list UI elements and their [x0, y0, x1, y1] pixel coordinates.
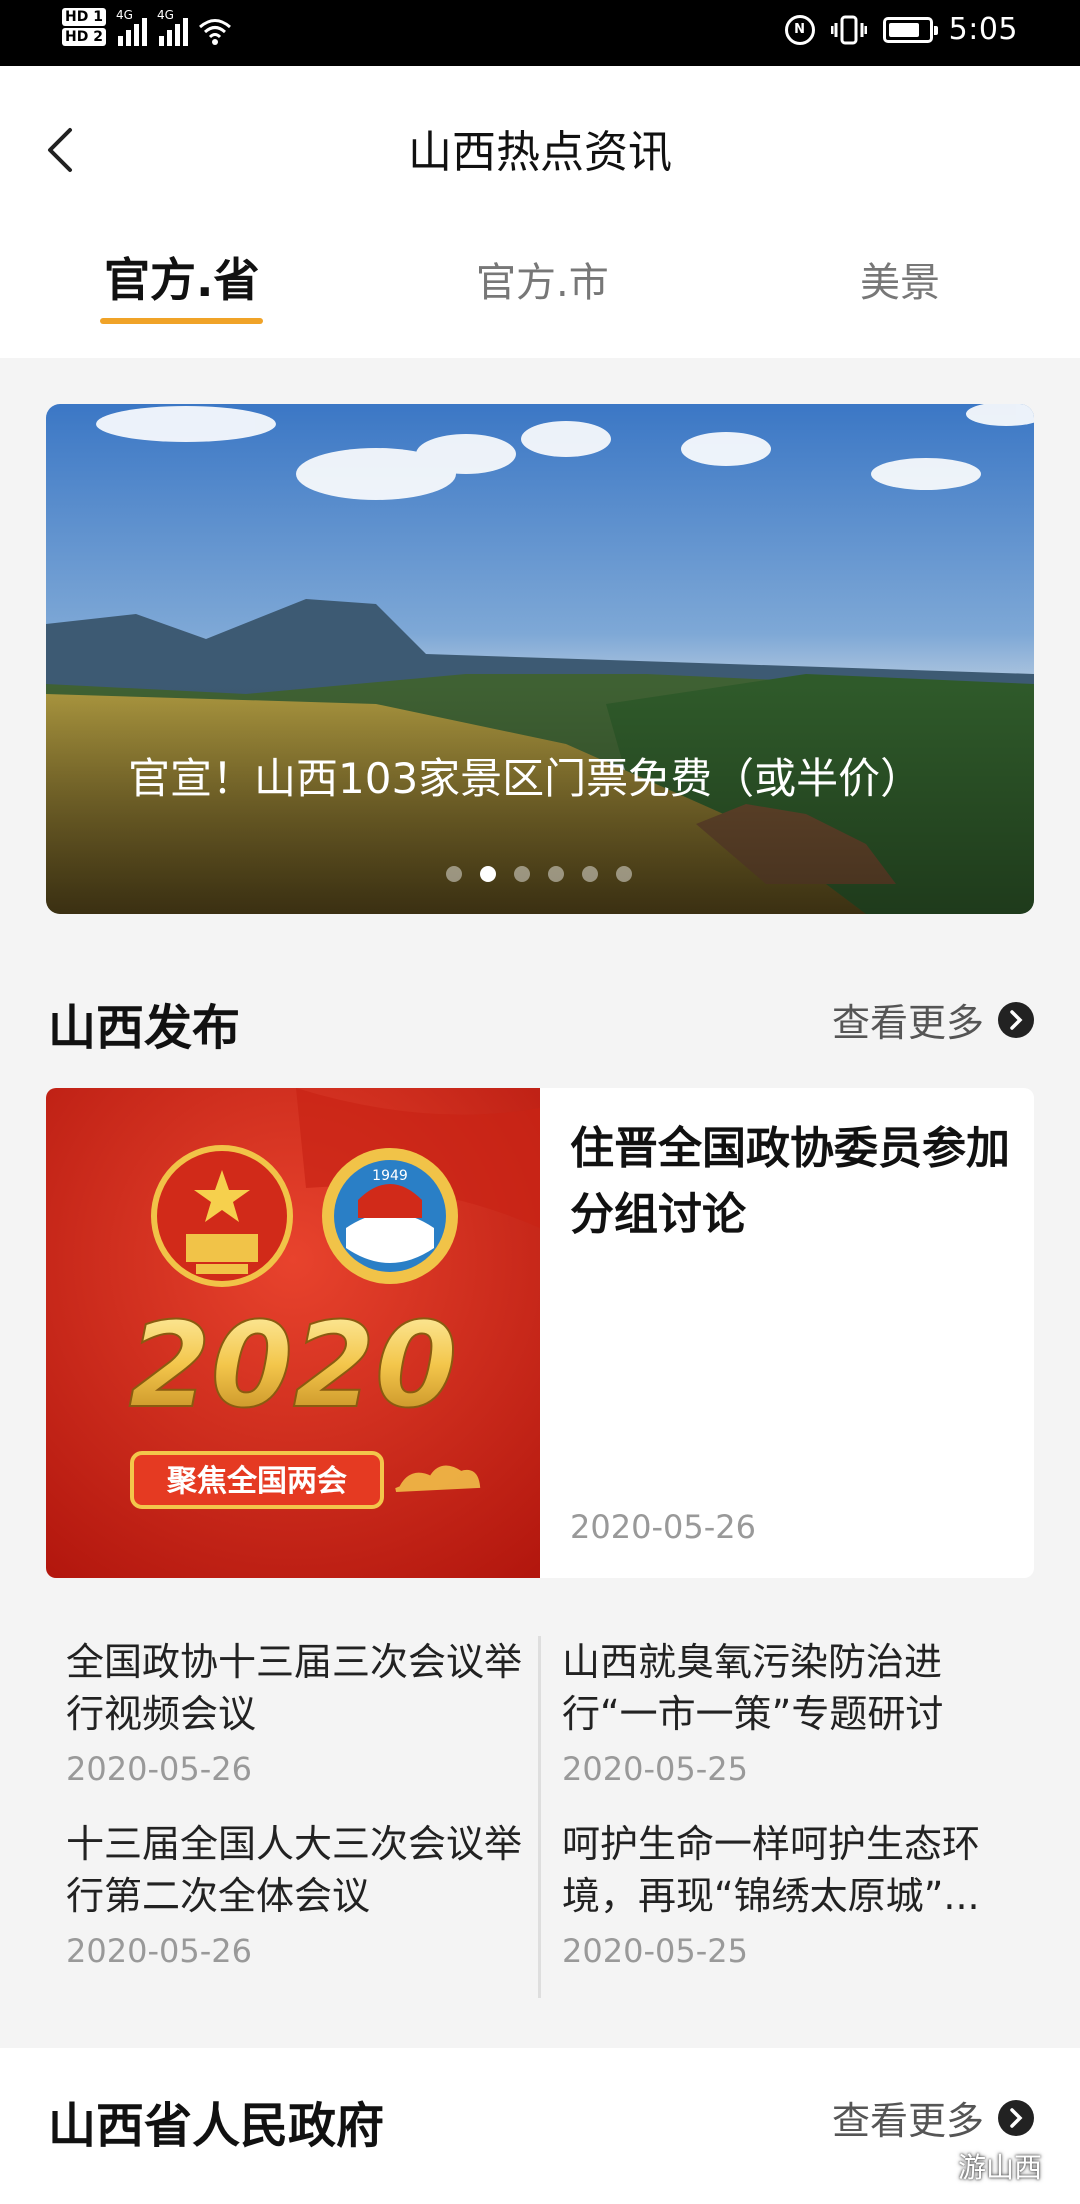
- carousel-dot[interactable]: [616, 866, 632, 882]
- featured-article-date: 2020-05-26: [570, 1508, 756, 1546]
- view-more-button[interactable]: 查看更多: [832, 992, 1034, 1047]
- tab-scenery[interactable]: 美景: [860, 250, 940, 308]
- news-title: 全国政协十三届三次会议举行视频会议: [66, 1640, 523, 1736]
- carousel-indicators: [0, 866, 1080, 882]
- hd2-label: HD 2: [62, 28, 106, 46]
- cppcc-emblem-icon: 1949: [322, 1148, 458, 1284]
- banner-image: [46, 404, 1034, 914]
- battery-fill: [888, 22, 920, 37]
- tab-city[interactable]: 官方.市: [476, 250, 609, 308]
- chevron-right-icon: [998, 2099, 1034, 2136]
- view-more-label: 查看更多: [831, 2099, 984, 2143]
- wechat-icon: [917, 2152, 952, 2178]
- featured-article-image: 1949 2020 聚焦全国两会: [46, 1088, 540, 1578]
- national-emblem-icon: [151, 1145, 293, 1287]
- section-government: 山西省人民政府 查看更多 游山西: [0, 2048, 1080, 2204]
- status-right: N 5:05: [784, 12, 1018, 47]
- news-date: 2020-05-26: [66, 1932, 252, 1970]
- status-bar: HD 1 HD 2 4G 4G N 5:05: [0, 0, 1080, 66]
- news-date: 2020-05-26: [66, 1750, 252, 1788]
- feature-badge-year: 2020: [129, 1296, 457, 1434]
- carousel-dot[interactable]: [446, 866, 462, 882]
- carousel-dot[interactable]: [582, 866, 598, 882]
- news-item[interactable]: 山西就臭氧污染防治进行“一市一策”专题研讨 2020-05-25: [562, 1636, 1032, 1788]
- news-title: 十三届全国人大三次会议举行第二次全体会议: [66, 1822, 523, 1918]
- featured-article-card[interactable]: 1949 2020 聚焦全国两会 住晋全国政协委员参加分组讨论 2020-05-…: [46, 1088, 1034, 1578]
- carousel-dot[interactable]: [548, 866, 564, 882]
- news-date: 2020-05-25: [562, 1932, 748, 1970]
- status-left: HD 1 HD 2 4G 4G: [62, 8, 232, 46]
- app-header: 山西热点资讯 官方.省 官方.市 美景: [0, 66, 1080, 358]
- vibrate-icon: [830, 14, 868, 46]
- banner-carousel[interactable]: 官宣！山西103家景区门票免费（或半价）: [46, 404, 1034, 914]
- news-date: 2020-05-25: [562, 1750, 748, 1788]
- signal-icon: 4G: [115, 8, 147, 46]
- news-item[interactable]: 呵护生命一样呵护生态环境，再现“锦绣太原城”... 2020-05-25: [562, 1818, 1032, 1970]
- network-type-2: 4G: [156, 8, 174, 22]
- section-title-provincial-government: 山西省人民政府: [48, 2098, 385, 2154]
- hd1-label: HD 1: [62, 8, 106, 26]
- view-more-button[interactable]: 查看更多: [832, 2090, 1034, 2145]
- feature-badge-text: 聚焦全国两会: [166, 1464, 347, 1499]
- view-more-label: 查看更多: [831, 1001, 984, 1045]
- column-divider: [538, 1636, 541, 1998]
- signal-icon-2: 4G: [156, 8, 188, 46]
- clock: 5:05: [948, 12, 1018, 47]
- banner-caption: 官宣！山西103家景区门票免费（或半价）: [128, 754, 923, 803]
- page-title: 山西热点资讯: [408, 127, 672, 178]
- news-list: 全国政协十三届三次会议举行视频会议 2020-05-26 山西就臭氧污染防治进行…: [0, 1600, 1080, 2030]
- tab-province[interactable]: 官方.省: [99, 244, 264, 324]
- nfc-icon: N: [784, 14, 815, 45]
- hd-indicator: HD 1 HD 2: [62, 8, 106, 46]
- wifi-icon: [198, 16, 232, 46]
- news-item[interactable]: 全国政协十三届三次会议举行视频会议 2020-05-26: [66, 1636, 536, 1788]
- wechat-watermark: 游山西: [917, 2146, 1042, 2186]
- network-type-1: 4G: [115, 8, 133, 22]
- battery-icon: [882, 16, 938, 43]
- emblem-year: 1949: [372, 1168, 408, 1184]
- carousel-dot[interactable]: [514, 866, 530, 882]
- chevron-right-icon: [998, 1001, 1034, 1038]
- news-title: 呵护生命一样呵护生态环境，再现“锦绣太原城”...: [562, 1822, 981, 1918]
- tab-bar: 官方.省 官方.市 美景: [0, 250, 1080, 330]
- section-title-shanxi-release: 山西发布: [48, 1000, 241, 1056]
- watermark-text: 游山西: [957, 2151, 1042, 2184]
- carousel-dot[interactable]: [480, 866, 496, 882]
- featured-article-title: 住晋全国政协委员参加分组讨论: [570, 1123, 1010, 1240]
- news-title: 山西就臭氧污染防治进行“一市一策”专题研讨: [562, 1640, 944, 1736]
- news-item[interactable]: 十三届全国人大三次会议举行第二次全体会议 2020-05-26: [66, 1818, 536, 1970]
